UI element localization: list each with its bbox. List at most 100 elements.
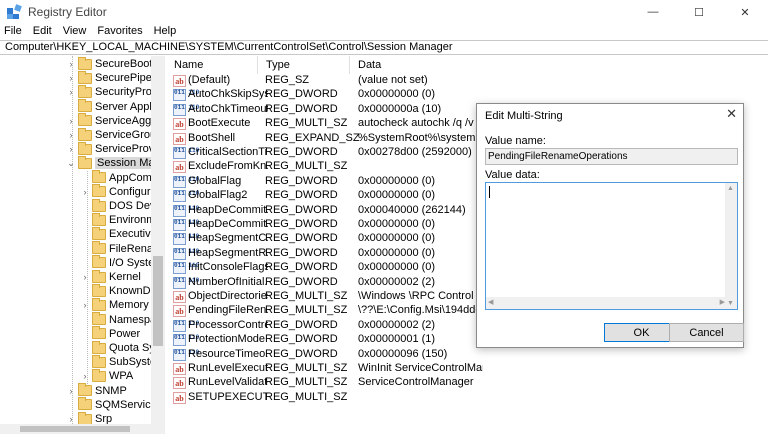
tree-horizontal-scrollbar[interactable]: [0, 424, 165, 434]
binary-value-icon: 011 110: [173, 233, 199, 246]
chevron-right-icon: [80, 355, 90, 369]
dialog-close-button[interactable]: ✕: [726, 106, 737, 122]
chevron-right-icon[interactable]: ›: [66, 114, 76, 128]
textarea-vertical-scrollbar[interactable]: ▲ ▼: [725, 183, 737, 309]
chevron-right-icon: [80, 256, 90, 270]
tree-node-label: Power: [109, 327, 141, 340]
value-type: REG_DWORD: [265, 318, 338, 331]
menu-view[interactable]: View: [57, 23, 92, 40]
value-type: REG_DWORD: [265, 174, 338, 187]
text-caret: [489, 186, 490, 198]
tree-node[interactable]: Executive: [80, 226, 157, 241]
menu-file[interactable]: File: [0, 23, 27, 40]
scroll-right-icon[interactable]: ▶: [720, 298, 725, 306]
tree-node[interactable]: › SNMP: [66, 383, 127, 398]
value-data: 0x00000001 (1): [358, 333, 436, 346]
value-row[interactable]: ab (Default) REG_SZ (value not set): [166, 74, 766, 88]
ok-button[interactable]: OK: [604, 323, 679, 342]
value-data: 0x00000002 (2): [358, 275, 436, 288]
chevron-right-icon[interactable]: ›: [80, 298, 90, 312]
value-type: REG_DWORD: [265, 88, 338, 101]
scroll-left-icon[interactable]: ◀: [488, 298, 493, 306]
menu-help[interactable]: Help: [148, 23, 182, 40]
value-data: 0x00000000 (0): [358, 261, 436, 274]
menu-edit[interactable]: Edit: [27, 23, 57, 40]
folder-icon: [78, 155, 92, 169]
tree-node[interactable]: › WPA: [80, 368, 133, 383]
chevron-right-icon[interactable]: ›: [66, 57, 76, 71]
tree-node[interactable]: › Memory M: [80, 297, 161, 312]
dialog-title: Edit Multi-String: [485, 110, 563, 122]
chevron-right-icon[interactable]: ›: [80, 185, 90, 199]
folder-icon: [78, 411, 92, 425]
value-name: SETUPEXECUTE: [188, 390, 268, 403]
string-value-icon: ab: [173, 305, 186, 318]
chevron-right-icon[interactable]: ›: [66, 85, 76, 99]
value-name: HeapSegmentR...: [188, 246, 268, 259]
value-type: REG_EXPAND_SZ: [265, 131, 360, 144]
folder-icon: [92, 212, 106, 226]
value-name-field: PendingFileRenameOperations: [485, 148, 738, 165]
column-header-name[interactable]: Name: [166, 56, 258, 74]
binary-value-icon: 011 110: [173, 219, 199, 231]
value-data: 0x00000000 (0): [358, 88, 436, 101]
chevron-right-icon[interactable]: ›: [66, 128, 76, 142]
chevron-right-icon[interactable]: ›: [80, 369, 90, 383]
title-bar: Registry Editor — ☐ ✕: [0, 0, 768, 24]
value-name: InitConsoleFlags: [188, 261, 268, 274]
value-name: BootShell: [188, 131, 236, 144]
chevron-right-icon[interactable]: ›: [80, 270, 90, 284]
column-header-type[interactable]: Type: [258, 56, 350, 74]
chevron-right-icon: [80, 199, 90, 213]
folder-icon: [92, 198, 106, 212]
tree-scroll-thumb[interactable]: [153, 256, 163, 346]
tree-node[interactable]: › Kernel: [80, 269, 141, 284]
textarea-horizontal-scrollbar[interactable]: ◀ ▶: [486, 297, 727, 309]
value-type: REG_DWORD: [265, 275, 338, 288]
close-button[interactable]: ✕: [722, 0, 768, 24]
value-row[interactable]: ab SETUPEXECUTE REG_MULTI_SZ: [166, 391, 766, 405]
tree-node[interactable]: › Configurati: [80, 184, 162, 199]
value-name: (Default): [188, 74, 231, 86]
value-data-textarea[interactable]: ▲ ▼ ◀ ▶: [485, 182, 738, 310]
scroll-up-icon[interactable]: ▲: [727, 185, 734, 192]
chevron-right-icon: [80, 213, 90, 227]
value-type: REG_MULTI_SZ: [265, 290, 348, 302]
folder-icon: [78, 383, 92, 397]
value-name: GlobalFlag: [188, 174, 242, 187]
value-name: GlobalFlag2: [188, 189, 248, 202]
chevron-right-icon[interactable]: ›: [66, 142, 76, 156]
folder-icon: [92, 255, 106, 269]
chevron-right-icon: [80, 341, 90, 355]
chevron-right-icon[interactable]: ›: [66, 384, 76, 398]
string-value-icon: ab: [173, 132, 186, 145]
value-data: autocheck autochk /q /v *: [358, 117, 481, 130]
menu-favorites[interactable]: Favorites: [91, 23, 147, 40]
address-bar[interactable]: Computer\HKEY_LOCAL_MACHINE\SYSTEM\Curre…: [0, 40, 768, 55]
folder-icon: [92, 269, 106, 283]
value-type: REG_SZ: [265, 74, 310, 86]
value-data: 0x00000096 (150): [358, 347, 448, 360]
value-type: REG_MULTI_SZ: [265, 362, 348, 374]
maximize-button[interactable]: ☐: [676, 0, 722, 24]
value-name: HeapDeCommit...: [188, 203, 268, 216]
tree-vertical-scrollbar[interactable]: [151, 56, 165, 424]
value-row[interactable]: ab RunLevelValidate REG_MULTI_SZ ServiceCon…: [166, 376, 766, 390]
edit-multi-string-dialog: Edit Multi-String ✕ Value name: PendingF…: [476, 103, 744, 348]
column-header-data[interactable]: Data: [350, 56, 480, 74]
value-row[interactable]: 011 110AutoChkSkipSys...REG_DWORD 0x00000…: [166, 88, 766, 102]
tree-node[interactable]: Power: [80, 326, 141, 341]
value-row[interactable]: ab RunLevelExecute REG_MULTI_SZ WinInit Ser…: [166, 362, 766, 376]
minimize-button[interactable]: —: [630, 0, 676, 24]
tree-node[interactable]: › SecureBoot: [66, 56, 152, 71]
binary-value-icon: 011 110: [173, 190, 199, 203]
chevron-down-icon[interactable]: ⌄: [66, 156, 76, 170]
tree-hscroll-thumb[interactable]: [20, 426, 130, 432]
value-row[interactable]: 011 110 ResourceTimeo... REG_DWORD 0x000000…: [166, 348, 766, 362]
value-data: WinInit ServiceControlManager: [358, 362, 483, 374]
folder-icon: [78, 127, 92, 141]
cancel-button[interactable]: Cancel: [669, 323, 744, 342]
scroll-down-icon[interactable]: ▼: [727, 300, 734, 307]
chevron-right-icon[interactable]: ›: [66, 71, 76, 85]
folder-icon: [92, 283, 106, 297]
